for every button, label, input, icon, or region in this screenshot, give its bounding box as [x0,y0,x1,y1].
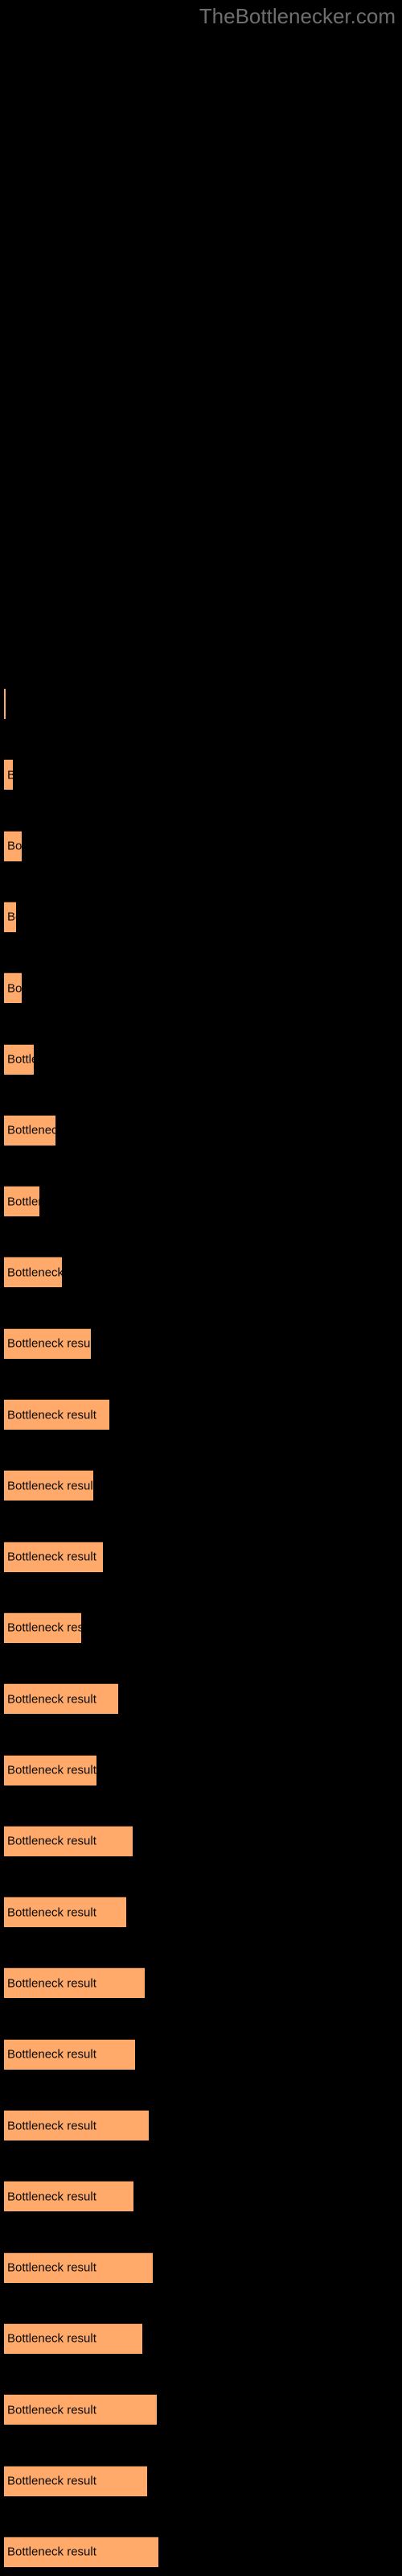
bar-row: Bottleneck result [0,2038,402,2070]
bottleneck-bar-chart: Bottleneck result Bottleneck result Bottle… [0,0,402,2576]
bar[interactable]: Bottleneck result [4,2181,133,2212]
bar-row: Bottleneck result [0,972,402,1004]
bar-label: Bottleneck result [7,1834,96,1848]
bar-row: Bottleneck result [0,2110,402,2140]
bar[interactable]: Bottleneck result [4,688,6,719]
bar[interactable]: Bottleneck result [4,1186,39,1217]
bar-label: Bottleneck result [7,2260,96,2275]
bar[interactable]: Bottleneck result [4,2465,147,2496]
bar-label: Bottleneck result [7,1408,96,1422]
bar-row: Bottleneck result [0,1897,402,1928]
bar-label: Bottleneck result [7,1692,96,1707]
bar-label: Bottleneck result [7,1265,62,1280]
bar[interactable]: Bottleneck result [4,2038,135,2070]
bar-label: Bottleneck result [7,769,13,781]
bar-label: Bottleneck result [7,2047,96,2062]
bar-row: Bottleneck result [0,2322,402,2354]
bar-row: Bottleneck result [0,901,402,932]
bar-row: Bottleneck result [0,2252,402,2283]
bar-label: Bottleneck result [7,1905,96,1920]
bar[interactable]: Bottleneck result [4,1399,109,1430]
bar[interactable]: Bottleneck result [4,830,22,861]
bar-label: Bottleneck result [7,1052,34,1067]
bar[interactable]: Bottleneck result [4,1754,96,1785]
bar-row: Bottleneck result [0,830,402,861]
bar[interactable]: Bottleneck result [4,1683,118,1715]
bar[interactable]: Bottleneck result [4,1825,133,1856]
bar-row: Bottleneck result [0,688,402,719]
bar-row: Bottleneck result [0,1114,402,1146]
bar-label: Bottleneck result [7,1195,39,1209]
bar-row: Bottleneck result [0,2536,402,2567]
bar[interactable]: Bottleneck result [4,901,16,932]
bar-label: Bottleneck result [7,1620,81,1635]
bar[interactable]: Bottleneck result [4,2252,153,2283]
bar-label: Bottleneck result [7,1123,55,1137]
bar-row: Bottleneck result [0,1257,402,1288]
bar-row: Bottleneck result [0,1470,402,1501]
bar-row: Bottleneck result [0,759,402,791]
bar-row: Bottleneck result [0,1754,402,1785]
bar[interactable]: Bottleneck result [4,1541,103,1572]
bar[interactable]: Bottleneck result [4,1967,145,1999]
bar[interactable]: Bottleneck result [4,1257,62,1288]
bar-row: Bottleneck result [0,1541,402,1572]
bar[interactable]: Bottleneck result [4,2394,157,2425]
bar-row: Bottleneck result [0,2394,402,2425]
bar-label: Bottleneck result [7,2331,96,2346]
bar-label: Bottleneck result [7,1976,96,1991]
bar-label: Bottleneck result [7,1336,91,1351]
bar-label: Bottleneck result [7,1479,93,1493]
bar[interactable]: Bottleneck result [4,2536,158,2567]
bar-row: Bottleneck result [0,1825,402,1856]
bar-label: Bottleneck result [7,981,22,996]
bar-row: Bottleneck result [0,1043,402,1075]
bar-row: Bottleneck result [0,1683,402,1715]
bar-label: Bottleneck result [7,2190,96,2204]
bar-label: Bottleneck result [7,1550,96,1564]
bar[interactable]: Bottleneck result [4,2322,142,2354]
bar-row: Bottleneck result [0,2181,402,2212]
bar-label: Bottleneck result [7,2474,96,2488]
bar-row: Bottleneck result [0,2465,402,2496]
bar-label: Bottleneck result [7,2545,96,2559]
bar[interactable]: Bottleneck result [4,2110,149,2140]
bar[interactable]: Bottleneck result [4,1612,81,1643]
bar-label: Bottleneck result [7,839,22,853]
bar[interactable]: Bottleneck result [4,759,13,791]
bar[interactable]: Bottleneck result [4,1043,34,1075]
bar-label: Bottleneck result [7,910,16,924]
bar-row: Bottleneck result [0,1612,402,1643]
bar[interactable]: Bottleneck result [4,1327,91,1359]
bar[interactable]: Bottleneck result [4,972,22,1004]
bar-row: Bottleneck result [0,1967,402,1999]
bar-label: Bottleneck result [7,2403,96,2417]
bar-row: Bottleneck result [0,1186,402,1217]
bar-label: Bottleneck result [7,1763,96,1777]
bar[interactable]: Bottleneck result [4,1897,126,1928]
bar-row: Bottleneck result [0,1399,402,1430]
bar-label: Bottleneck result [7,2119,96,2132]
bar[interactable]: Bottleneck result [4,1470,93,1501]
bar[interactable]: Bottleneck result [4,1114,55,1146]
bar-row: Bottleneck result [0,1327,402,1359]
